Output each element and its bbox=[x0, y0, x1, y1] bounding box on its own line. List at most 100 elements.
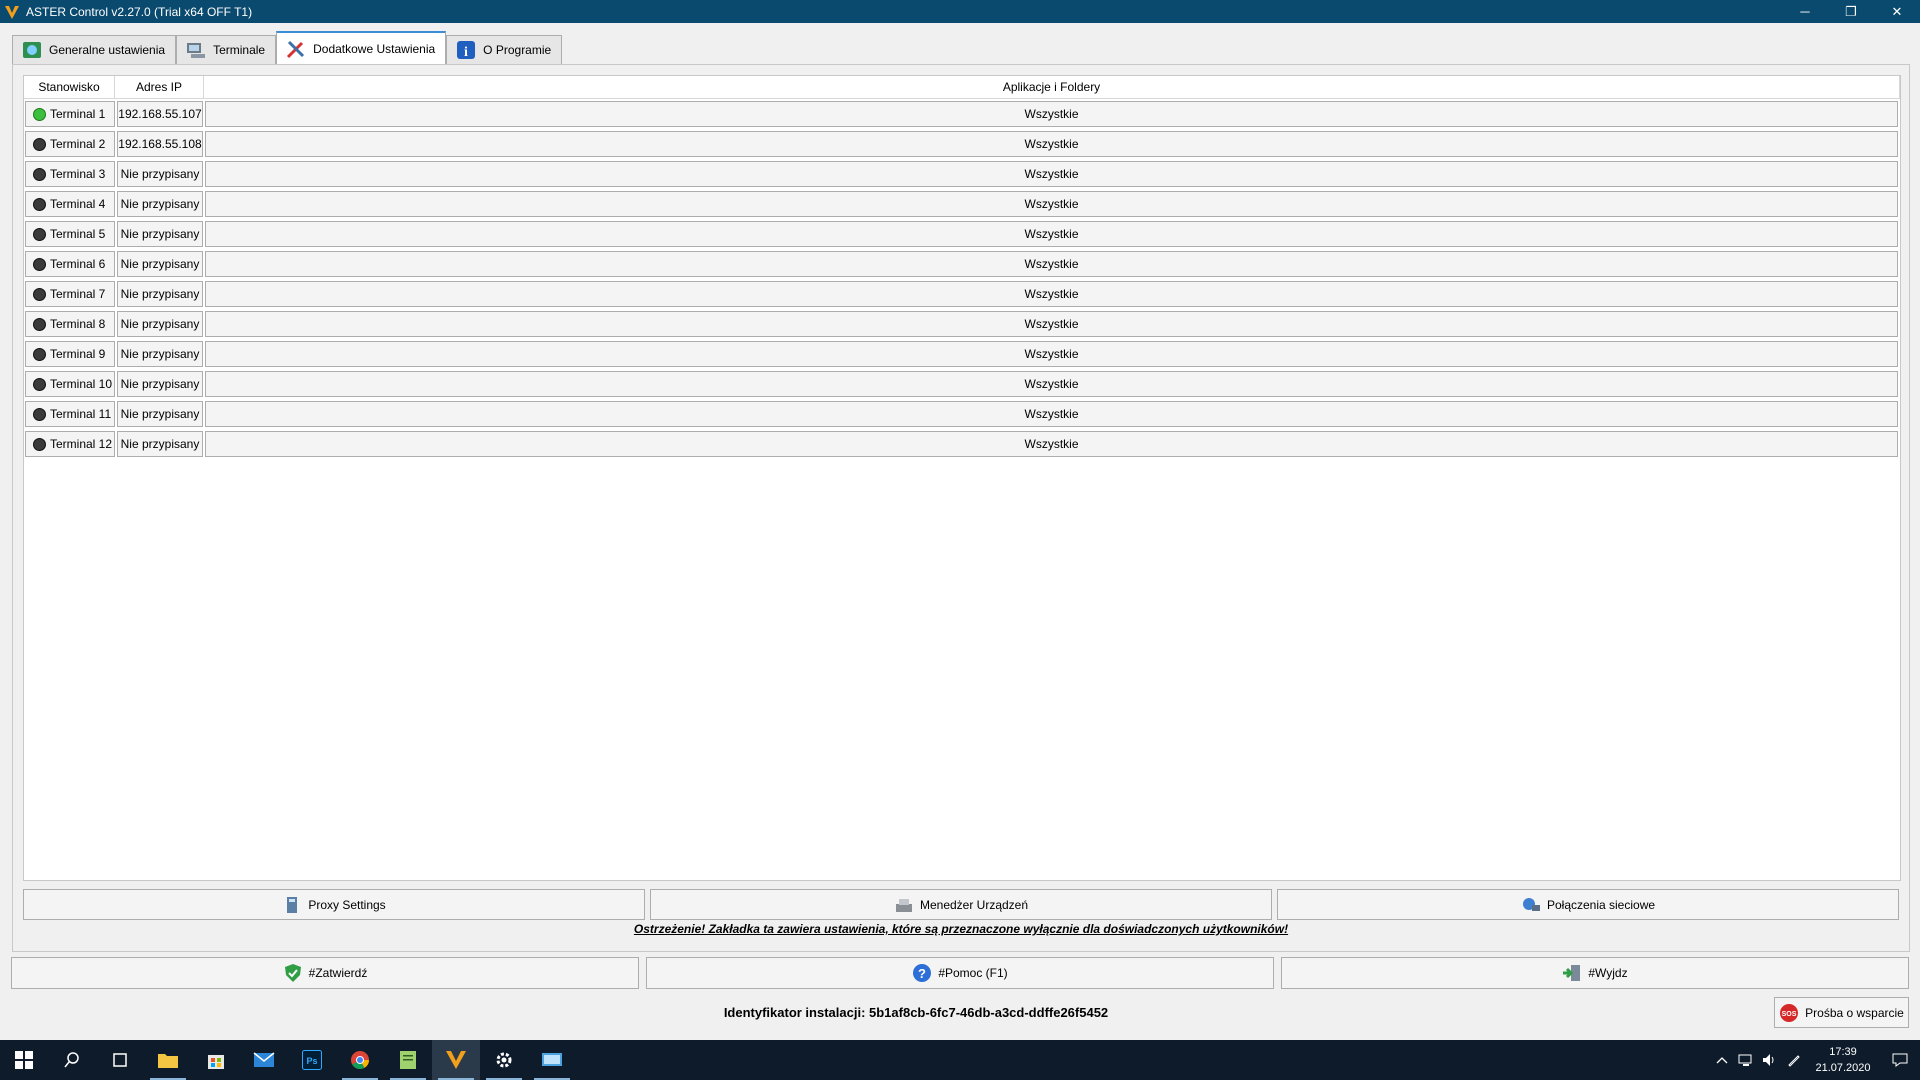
restore-button[interactable]: ❐ bbox=[1828, 0, 1874, 23]
table-row[interactable]: Terminal 6 Nie przypisany Wszystkie bbox=[24, 249, 1900, 279]
terminal-name-cell[interactable]: Terminal 12 bbox=[25, 431, 115, 457]
taskbar-aster-control[interactable] bbox=[432, 1040, 480, 1080]
table-row[interactable]: Terminal 11 Nie przypisany Wszystkie bbox=[24, 399, 1900, 429]
taskbar-store[interactable] bbox=[192, 1040, 240, 1080]
pen-icon bbox=[1788, 1055, 1800, 1067]
tab-dodatkowe-ustawienia[interactable]: Dodatkowe Ustawienia bbox=[276, 31, 447, 64]
ip-address-cell[interactable]: Nie przypisany bbox=[117, 431, 203, 457]
proxy-settings-button[interactable]: Proxy Settings bbox=[23, 889, 645, 920]
confirm-button[interactable]: #Zatwierdź bbox=[11, 957, 639, 989]
table-row[interactable]: Terminal 1 192.168.55.107 Wszystkie bbox=[24, 99, 1900, 129]
terminal-name-cell[interactable]: Terminal 9 bbox=[25, 341, 115, 367]
apps-folders-cell[interactable]: Wszystkie bbox=[205, 281, 1898, 307]
ip-address-cell[interactable]: Nie przypisany bbox=[117, 401, 203, 427]
title-bar: ASTER Control v2.27.0 (Trial x64 OFF T1)… bbox=[0, 0, 1920, 23]
device-manager-icon bbox=[895, 898, 912, 912]
apps-folders-cell[interactable]: Wszystkie bbox=[205, 251, 1898, 277]
apps-folders-cell[interactable]: Wszystkie bbox=[205, 401, 1898, 427]
table-row[interactable]: Terminal 3 Nie przypisany Wszystkie bbox=[24, 159, 1900, 189]
terminal-name: Terminal 8 bbox=[50, 317, 106, 331]
apps-folders-cell[interactable]: Wszystkie bbox=[205, 161, 1898, 187]
network-status-icon bbox=[1738, 1054, 1752, 1066]
terminal-name-cell[interactable]: Terminal 11 bbox=[25, 401, 115, 427]
ip-address-cell[interactable]: 192.168.55.108 bbox=[117, 131, 203, 157]
svg-text:Ps: Ps bbox=[306, 1056, 317, 1066]
installation-id: Identyfikator instalacji: 5b1af8cb-6fc7-… bbox=[723, 1005, 1109, 1020]
ip-address-cell[interactable]: 192.168.55.107 bbox=[117, 101, 203, 127]
tab-bar: Generalne ustawienia Terminale Dodatkowe… bbox=[12, 31, 563, 64]
tab-o-programie[interactable]: i O Programie bbox=[446, 35, 563, 64]
terminal-name-cell[interactable]: Terminal 1 bbox=[25, 101, 115, 127]
ip-address-cell[interactable]: Nie przypisany bbox=[117, 251, 203, 277]
device-manager-button[interactable]: Menedżer Urządzeń bbox=[650, 889, 1272, 920]
taskbar-mail[interactable] bbox=[240, 1040, 288, 1080]
status-dot-icon bbox=[33, 287, 46, 301]
table-row[interactable]: Terminal 12 Nie przypisany Wszystkie bbox=[24, 429, 1900, 459]
apps-folders-cell[interactable]: Wszystkie bbox=[205, 221, 1898, 247]
table-row[interactable]: Terminal 2 192.168.55.108 Wszystkie bbox=[24, 129, 1900, 159]
tray-network[interactable] bbox=[1734, 1040, 1758, 1080]
tab-generalne-ustawienia[interactable]: Generalne ustawienia bbox=[12, 35, 177, 64]
system-tray: 17:39 21.07.2020 bbox=[1710, 1040, 1920, 1080]
support-request-button[interactable]: SOS Prośba o wsparcie bbox=[1774, 997, 1909, 1028]
terminal-name-cell[interactable]: Terminal 8 bbox=[25, 311, 115, 337]
apps-folders-cell[interactable]: Wszystkie bbox=[205, 191, 1898, 217]
table-row[interactable]: Terminal 9 Nie przypisany Wszystkie bbox=[24, 339, 1900, 369]
ip-address-cell[interactable]: Nie przypisany bbox=[117, 341, 203, 367]
svg-text:SOS: SOS bbox=[1782, 1011, 1797, 1018]
apps-folders-cell[interactable]: Wszystkie bbox=[205, 371, 1898, 397]
header-aplikacje[interactable]: Aplikacje i Foldery bbox=[204, 76, 1900, 98]
close-button[interactable]: ✕ bbox=[1874, 0, 1920, 23]
terminal-name-cell[interactable]: Terminal 6 bbox=[25, 251, 115, 277]
apps-folders-cell[interactable]: Wszystkie bbox=[205, 341, 1898, 367]
terminal-name-cell[interactable]: Terminal 4 bbox=[25, 191, 115, 217]
help-button[interactable]: ? #Pomoc (F1) bbox=[646, 957, 1274, 989]
terminal-name-cell[interactable]: Terminal 3 bbox=[25, 161, 115, 187]
taskbar-remote-desktop[interactable] bbox=[528, 1040, 576, 1080]
apps-folders-cell[interactable]: Wszystkie bbox=[205, 431, 1898, 457]
ip-address-cell[interactable]: Nie przypisany bbox=[117, 371, 203, 397]
apps-folders-cell[interactable]: Wszystkie bbox=[205, 311, 1898, 337]
table-row[interactable]: Terminal 10 Nie przypisany Wszystkie bbox=[24, 369, 1900, 399]
terminal-name-cell[interactable]: Terminal 10 bbox=[25, 371, 115, 397]
header-adres-ip[interactable]: Adres IP bbox=[115, 76, 204, 98]
search-button[interactable] bbox=[48, 1040, 96, 1080]
tray-volume[interactable] bbox=[1758, 1040, 1782, 1080]
taskbar-chrome[interactable] bbox=[336, 1040, 384, 1080]
ip-address-cell[interactable]: Nie przypisany bbox=[117, 281, 203, 307]
shield-check-icon bbox=[284, 964, 301, 982]
table-row[interactable]: Terminal 7 Nie przypisany Wszystkie bbox=[24, 279, 1900, 309]
apps-folders-cell[interactable]: Wszystkie bbox=[205, 101, 1898, 127]
action-center-button[interactable] bbox=[1880, 1040, 1920, 1080]
terminal-name-cell[interactable]: Terminal 2 bbox=[25, 131, 115, 157]
warning-text: Ostrzeżenie! Zakładka ta zawiera ustawie… bbox=[633, 922, 1289, 936]
task-view-button[interactable] bbox=[96, 1040, 144, 1080]
table-row[interactable]: Terminal 5 Nie przypisany Wszystkie bbox=[24, 219, 1900, 249]
taskbar-clock[interactable]: 17:39 21.07.2020 bbox=[1806, 1044, 1880, 1076]
help-label: #Pomoc (F1) bbox=[938, 966, 1008, 980]
start-button[interactable] bbox=[0, 1040, 48, 1080]
ip-address-cell[interactable]: Nie przypisany bbox=[117, 161, 203, 187]
tray-pen[interactable] bbox=[1782, 1040, 1806, 1080]
taskbar-file-explorer[interactable] bbox=[144, 1040, 192, 1080]
minimize-button[interactable]: ─ bbox=[1782, 0, 1828, 23]
terminal-name-cell[interactable]: Terminal 7 bbox=[25, 281, 115, 307]
terminal-name-cell[interactable]: Terminal 5 bbox=[25, 221, 115, 247]
ip-address-cell[interactable]: Nie przypisany bbox=[117, 221, 203, 247]
windows-logo-icon bbox=[15, 1051, 33, 1069]
task-view-icon bbox=[113, 1053, 127, 1067]
taskbar-settings[interactable] bbox=[480, 1040, 528, 1080]
ip-address-cell[interactable]: Nie przypisany bbox=[117, 191, 203, 217]
window-title: ASTER Control v2.27.0 (Trial x64 OFF T1) bbox=[26, 4, 253, 19]
taskbar-notepad[interactable] bbox=[384, 1040, 432, 1080]
tab-terminale[interactable]: Terminale bbox=[176, 35, 277, 64]
ip-address-cell[interactable]: Nie przypisany bbox=[117, 311, 203, 337]
table-row[interactable]: Terminal 8 Nie przypisany Wszystkie bbox=[24, 309, 1900, 339]
apps-folders-cell[interactable]: Wszystkie bbox=[205, 131, 1898, 157]
exit-button[interactable]: #Wyjdz bbox=[1281, 957, 1909, 989]
table-row[interactable]: Terminal 4 Nie przypisany Wszystkie bbox=[24, 189, 1900, 219]
tray-overflow-button[interactable] bbox=[1710, 1040, 1734, 1080]
header-stanowisko[interactable]: Stanowisko bbox=[24, 76, 115, 98]
network-connections-button[interactable]: Połączenia sieciowe bbox=[1277, 889, 1899, 920]
taskbar-photoshop[interactable]: Ps bbox=[288, 1040, 336, 1080]
